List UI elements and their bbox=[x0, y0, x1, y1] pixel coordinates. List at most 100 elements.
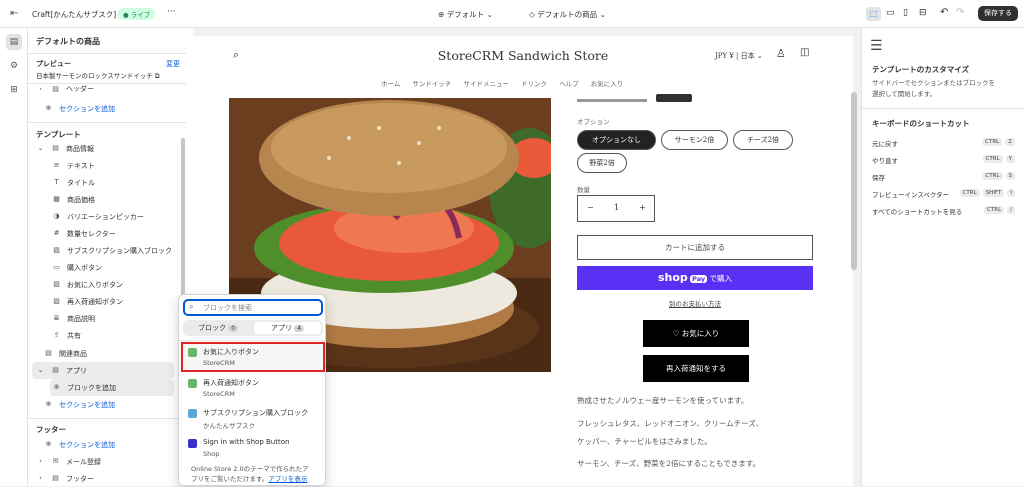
nav-side-menu[interactable]: サイドメニュー bbox=[463, 80, 509, 88]
block-favorite[interactable]: ▨ お気に入りボタン bbox=[52, 276, 210, 293]
description-line: ケッパー、チャービルをはさみました。 bbox=[577, 437, 712, 446]
cart-icon[interactable]: ◫ bbox=[800, 47, 809, 58]
price-row-partial bbox=[577, 94, 727, 102]
sidebar-item-newsletter[interactable]: › ✉ メール登録 bbox=[36, 453, 194, 470]
block-title[interactable]: T タイトル bbox=[52, 174, 210, 191]
sidebar-item-product-info[interactable]: ⌄ ▤ 商品情報 bbox=[36, 140, 194, 157]
item-title: サブスクリプション購入ブロック bbox=[203, 409, 308, 417]
quantity-plus-button[interactable]: + bbox=[639, 203, 646, 212]
block-variant-picker[interactable]: ◑ バリエーションピッカー bbox=[52, 208, 210, 225]
tab-blocks[interactable]: ブロック 0 bbox=[185, 322, 251, 334]
key: CTRL bbox=[982, 138, 1003, 146]
app-block-item-shop-signin[interactable]: Sign in with Shop Button Shop bbox=[183, 435, 323, 463]
add-block-button[interactable]: ⊕ ブロックを追加 bbox=[50, 379, 174, 396]
sections-icon[interactable]: ▤ bbox=[6, 34, 22, 50]
footer-text: プリをご覧いただけます。 bbox=[191, 475, 269, 483]
key: S bbox=[1005, 172, 1015, 180]
nav-home[interactable]: ホーム bbox=[381, 80, 400, 88]
block-price[interactable]: ▦ 商品価格 bbox=[52, 191, 210, 208]
nav-sandwich[interactable]: サンドイッチ bbox=[412, 80, 451, 88]
key: SHIFT bbox=[982, 189, 1005, 197]
plus-circle-icon: ⊕ bbox=[45, 400, 52, 408]
sidebar-item-apps[interactable]: ⌄ ▤ アプリ bbox=[32, 362, 174, 379]
buy-button-icon: ▭ bbox=[53, 263, 60, 271]
quantity-stepper[interactable]: − 1 + bbox=[577, 195, 655, 222]
mobile-view-icon[interactable]: ▯ bbox=[903, 8, 908, 18]
favorite-button[interactable]: ♡ お気に入り bbox=[643, 320, 749, 347]
live-badge: ● ライブ bbox=[118, 8, 156, 20]
other-payment-link[interactable]: 別のお支払い方法 bbox=[577, 298, 813, 308]
block-text[interactable]: ≡ テキスト bbox=[52, 157, 210, 174]
block-label: 再入荷通知ボタン bbox=[67, 297, 123, 306]
shortcuts-title: キーボードのショートカット bbox=[872, 119, 970, 128]
option-veg-double[interactable]: 野菜2倍 bbox=[577, 153, 627, 173]
shortcut-row: やり直す CTRL Y bbox=[872, 155, 1015, 165]
option-label: オプション bbox=[577, 118, 610, 126]
item-sub: かんたんサブスク bbox=[203, 422, 255, 430]
app-block-item-favorite[interactable]: お気に入りボタン StoreCRM bbox=[181, 342, 325, 372]
nav-drinks[interactable]: ドリンク bbox=[521, 80, 547, 88]
shortcut-label: 保存 bbox=[872, 174, 885, 182]
shop-app-icon bbox=[188, 439, 197, 448]
inspector-icon[interactable]: ⬚ bbox=[866, 7, 881, 21]
undo-icon[interactable]: ↶ bbox=[940, 7, 948, 18]
preview-scrollbar[interactable] bbox=[851, 92, 857, 270]
more-menu-button[interactable]: ··· bbox=[167, 7, 176, 17]
divider bbox=[28, 418, 186, 419]
block-label: 購入ボタン bbox=[67, 263, 102, 272]
nav-favorites[interactable]: お気に入り bbox=[591, 80, 624, 88]
theme-selector[interactable]: ⊕ デフォルト ⌄ bbox=[438, 9, 493, 20]
popover-footer: Online Store 2.0のテーマで作られたア プリをご覧いただけます。ア… bbox=[191, 464, 309, 484]
nav-help[interactable]: ヘルプ bbox=[559, 80, 579, 88]
exit-icon[interactable]: ⇤ bbox=[10, 8, 18, 19]
apps-icon[interactable]: ⊞ bbox=[6, 82, 22, 98]
option-cheese-double[interactable]: チーズ2倍 bbox=[733, 130, 793, 150]
tab-bar: ブロック 0 アプリ 4 bbox=[183, 320, 323, 336]
quantity-minus-button[interactable]: − bbox=[587, 203, 594, 212]
block-buy-button[interactable]: ▭ 購入ボタン bbox=[52, 259, 210, 276]
app-block-item-subscription[interactable]: サブスクリプション購入ブロック かんたんサブスク bbox=[183, 405, 323, 433]
account-icon[interactable]: ♙ bbox=[776, 47, 786, 60]
block-label: 商品価格 bbox=[67, 195, 95, 204]
save-button[interactable]: 保存する bbox=[978, 6, 1018, 21]
sidebar-item-header[interactable]: › ▤ ヘッダー bbox=[36, 84, 194, 94]
add-section-label: セクションを追加 bbox=[59, 104, 115, 113]
variant-icon: ◑ bbox=[53, 212, 60, 220]
add-section-button-header[interactable]: ⊕ セクションを追加 bbox=[44, 100, 202, 117]
title-icon: T bbox=[54, 178, 59, 186]
key: CTRL bbox=[982, 172, 1003, 180]
shortcut-row: すべてのショートカットを見る CTRL / bbox=[872, 206, 1015, 216]
sidebar-item-footer[interactable]: › ▤ フッター bbox=[36, 470, 194, 487]
add-to-cart-button[interactable]: カートに追加する bbox=[577, 235, 813, 260]
add-section-label: セクションを追加 bbox=[59, 440, 115, 449]
divider bbox=[179, 340, 325, 341]
block-quantity-selector[interactable]: # 数量セレクター bbox=[52, 225, 210, 242]
block-subscription[interactable]: ▨ サブスクリプション購入ブロック bbox=[52, 242, 210, 259]
preview-change-link[interactable]: 変更 bbox=[166, 59, 180, 69]
mail-icon: ✉ bbox=[52, 457, 59, 465]
template-icon: ☰ bbox=[870, 38, 883, 54]
settings-icon[interactable]: ⚙ bbox=[6, 58, 22, 74]
shop-pay-button[interactable]: shop Pay で購入 bbox=[577, 266, 813, 290]
desktop-view-icon[interactable]: ▭ bbox=[886, 8, 895, 18]
header-icon: ▤ bbox=[52, 84, 59, 93]
redo-icon[interactable]: ↷ bbox=[956, 7, 964, 18]
desc-line: サイドバーでセクションまたはブロックを bbox=[872, 79, 996, 87]
footer-icon: ▤ bbox=[52, 474, 59, 482]
share-icon: ⇪ bbox=[53, 331, 60, 339]
template-selector[interactable]: ◇ デフォルトの商品 ⌄ bbox=[529, 9, 606, 20]
view-apps-link[interactable]: アプリを表示 bbox=[268, 475, 307, 483]
item-sub: StoreCRM bbox=[203, 390, 235, 398]
currency-selector[interactable]: JPY ¥ | 日本 ⌄ bbox=[715, 51, 763, 61]
block-label: タイトル bbox=[67, 178, 95, 187]
app-block-item-restock[interactable]: 再入荷通知ボタン StoreCRM bbox=[183, 375, 323, 403]
search-input[interactable]: ⌕ ブロックを検索 bbox=[183, 299, 323, 316]
option-salmon-double[interactable]: サーモン2倍 bbox=[661, 130, 728, 150]
restock-button[interactable]: 再入荷通知をする bbox=[643, 355, 749, 382]
option-none[interactable]: オプションなし bbox=[577, 130, 656, 150]
preview-product[interactable]: 日本製サーモンのロックスサンドイッチ ⧉ bbox=[36, 70, 160, 81]
tab-apps[interactable]: アプリ 4 bbox=[254, 322, 321, 334]
quantity-value[interactable]: 1 bbox=[614, 203, 619, 212]
fullscreen-icon[interactable]: ⊟ bbox=[919, 8, 927, 18]
block-picker-popover: ⌕ ブロックを検索 ブロック 0 アプリ 4 お気に入りボタン StoreCRM… bbox=[178, 294, 326, 486]
